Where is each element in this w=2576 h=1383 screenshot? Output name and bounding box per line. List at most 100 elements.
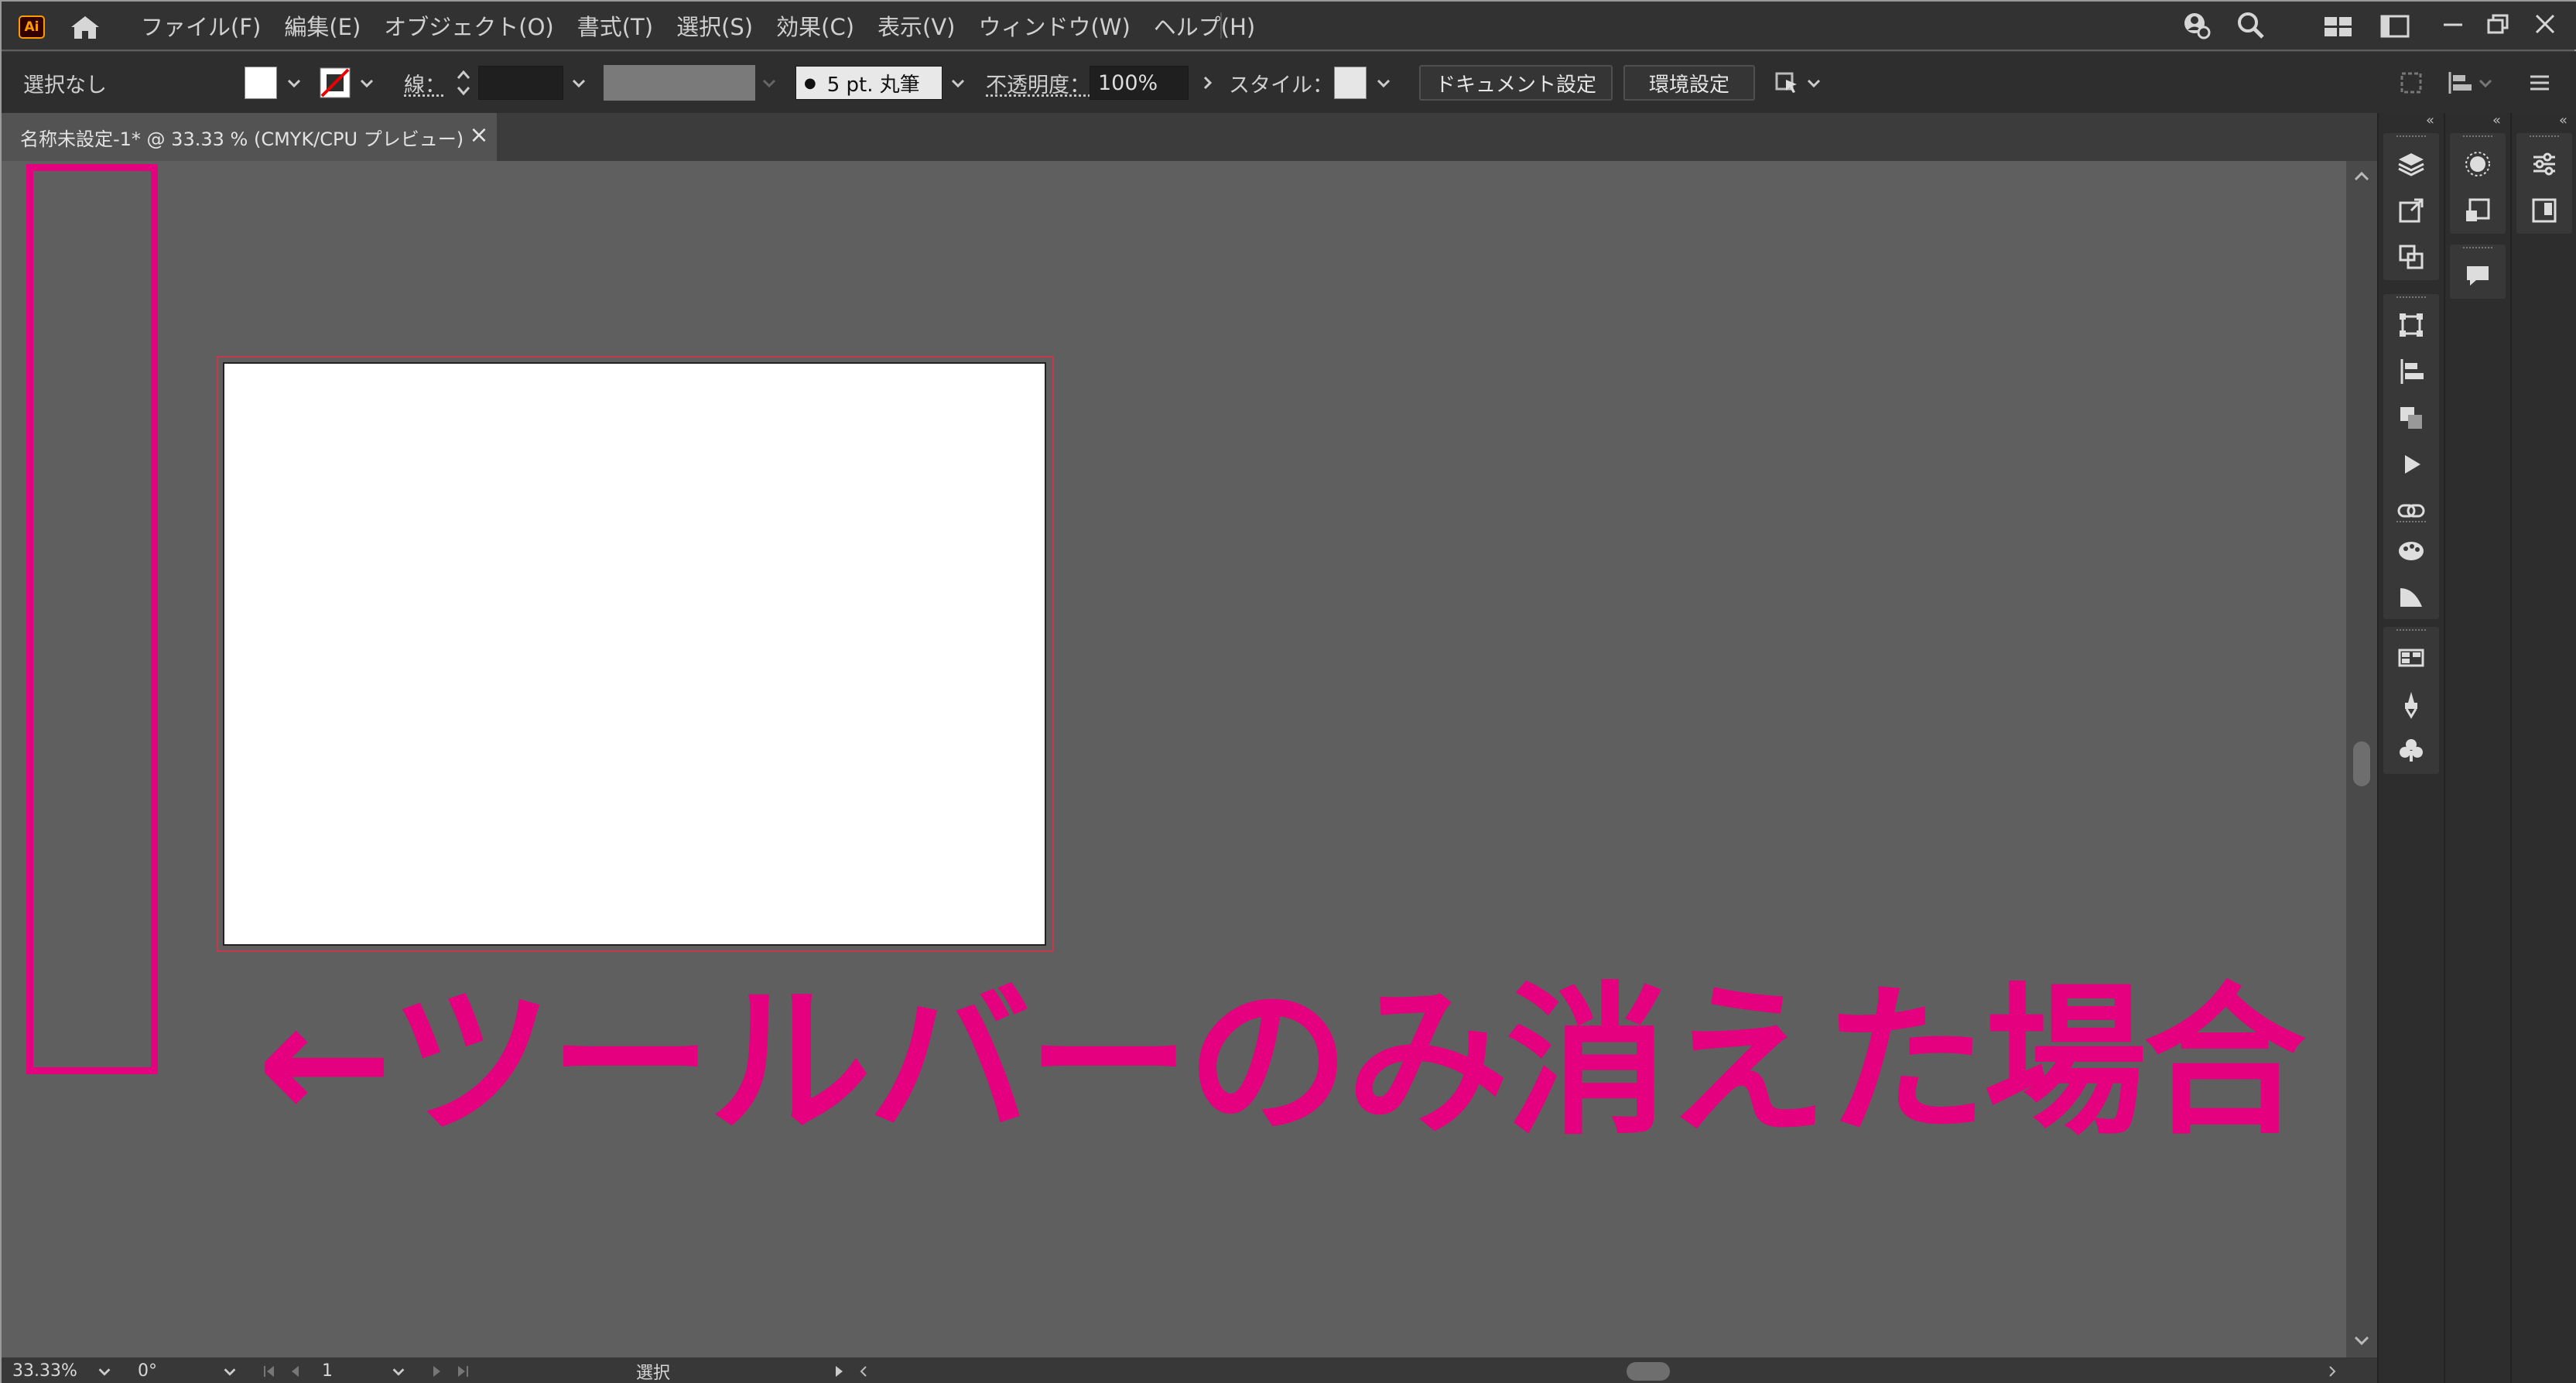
actions-panel-button[interactable] bbox=[2383, 441, 2439, 488]
transform-icon[interactable] bbox=[2397, 69, 2425, 97]
close-icon[interactable] bbox=[2527, 9, 2563, 40]
arrange-documents-icon[interactable] bbox=[2320, 9, 2355, 40]
menu-effect[interactable]: 効果(C) bbox=[776, 9, 854, 42]
brushes-panel-button[interactable] bbox=[2383, 681, 2439, 727]
menu-type[interactable]: 書式(T) bbox=[577, 9, 653, 42]
align-icon[interactable] bbox=[2445, 69, 2476, 97]
layers-panel-button[interactable] bbox=[2383, 141, 2439, 187]
status-menu-arrow-icon[interactable] bbox=[831, 1364, 847, 1379]
chevron-down-icon[interactable] bbox=[357, 74, 376, 92]
close-tab-icon[interactable]: × bbox=[467, 124, 491, 147]
width-profile-preview[interactable] bbox=[604, 65, 755, 101]
variable-width-profile[interactable] bbox=[604, 52, 778, 114]
stroke-none-swatch-icon[interactable] bbox=[319, 67, 351, 99]
zoom-level[interactable]: 33.33% bbox=[12, 1357, 77, 1383]
previous-artboard-icon[interactable] bbox=[288, 1364, 303, 1379]
gradient-panel-button[interactable] bbox=[2383, 573, 2439, 619]
next-artboard-icon[interactable] bbox=[429, 1364, 444, 1379]
chevron-down-icon[interactable] bbox=[2476, 74, 2495, 92]
app-logo: Ai bbox=[19, 15, 45, 39]
pathfinder-panel-button[interactable] bbox=[2383, 395, 2439, 441]
symbols-panel-button[interactable] bbox=[2383, 727, 2439, 774]
chevron-down-icon[interactable] bbox=[1805, 74, 1823, 92]
horizontal-scroll-thumb[interactable] bbox=[1627, 1362, 1670, 1381]
fill-swatch[interactable] bbox=[245, 67, 277, 99]
color-panel-button[interactable] bbox=[2383, 526, 2439, 573]
vertical-scrollbar[interactable] bbox=[2346, 161, 2377, 1357]
artboard-nav-prev[interactable] bbox=[262, 1357, 303, 1383]
menu-view[interactable]: 表示(V) bbox=[877, 9, 955, 42]
fill-control[interactable] bbox=[245, 52, 303, 114]
chevron-down-icon[interactable] bbox=[96, 1363, 113, 1380]
stroke-control[interactable] bbox=[319, 52, 376, 114]
document-setup-button[interactable]: ドキュメント設定 bbox=[1419, 65, 1613, 101]
export-panel-button[interactable] bbox=[2383, 187, 2439, 234]
graphic-style-control[interactable] bbox=[1334, 52, 1393, 114]
libraries-panel-button[interactable] bbox=[2516, 187, 2572, 234]
brush-selector[interactable]: ● 5 pt. 丸筆 bbox=[795, 66, 942, 100]
select-similar-icon[interactable] bbox=[1774, 69, 1801, 97]
brush-definition[interactable]: ● 5 pt. 丸筆 bbox=[795, 52, 967, 114]
collapse-column-icon[interactable]: « bbox=[2512, 113, 2576, 128]
chevron-down-icon[interactable] bbox=[390, 1363, 407, 1380]
scroll-up-icon[interactable] bbox=[2351, 166, 2372, 187]
libraries-icon bbox=[2532, 198, 2557, 223]
minimize-icon[interactable] bbox=[2436, 9, 2472, 40]
last-artboard-icon[interactable] bbox=[455, 1364, 470, 1379]
menu-window[interactable]: ウィンドウ(W) bbox=[978, 9, 1130, 42]
first-artboard-icon[interactable] bbox=[262, 1364, 277, 1379]
stroke-weight-stepper[interactable] bbox=[455, 52, 588, 114]
transform-panel-button[interactable] bbox=[2383, 302, 2439, 348]
menu-edit[interactable]: 編集(E) bbox=[284, 9, 361, 42]
chevron-down-icon[interactable] bbox=[760, 74, 778, 92]
chevron-down-icon[interactable] bbox=[949, 74, 967, 92]
opacity-label[interactable]: 不透明度： bbox=[986, 52, 1090, 114]
home-icon[interactable] bbox=[68, 14, 102, 40]
opacity-input[interactable]: 100% bbox=[1090, 66, 1189, 100]
chevron-down-icon[interactable] bbox=[221, 1363, 238, 1380]
menu-object[interactable]: オブジェクト(O) bbox=[384, 9, 553, 42]
menu-select[interactable]: 選択(S) bbox=[676, 9, 753, 42]
artboard[interactable] bbox=[223, 362, 1046, 946]
tab-document[interactable]: 名称未設定-1* @ 33.33 % (CMYK/CPU プレビュー) bbox=[2, 113, 497, 161]
artboard-nav-next[interactable] bbox=[429, 1357, 470, 1383]
brush-value: 5 pt. 丸筆 bbox=[826, 73, 920, 97]
scroll-down-icon[interactable] bbox=[2351, 1330, 2372, 1351]
search-icon[interactable] bbox=[2233, 9, 2269, 40]
restore-icon[interactable] bbox=[2481, 9, 2516, 40]
scroll-left-icon[interactable] bbox=[856, 1364, 871, 1379]
opacity-control[interactable]: 100% bbox=[1090, 52, 1216, 114]
panel-column-3: « bbox=[2510, 113, 2575, 1383]
stepper-arrows-icon[interactable] bbox=[455, 66, 472, 100]
graphic-style-swatch[interactable] bbox=[1334, 67, 1367, 99]
user-search-icon[interactable] bbox=[2177, 9, 2213, 40]
comments-panel-button[interactable] bbox=[2450, 252, 2506, 299]
asset-export-panel-button[interactable] bbox=[2450, 187, 2506, 234]
color-palette-icon bbox=[2399, 542, 2424, 560]
menu-help[interactable]: ヘルプ(H) bbox=[1154, 9, 1255, 42]
rotation-value[interactable]: 0° bbox=[138, 1357, 157, 1383]
align-panel-button[interactable] bbox=[2383, 348, 2439, 395]
collapse-column-icon[interactable]: « bbox=[2445, 113, 2510, 128]
stroke-weight-input[interactable] bbox=[478, 66, 563, 100]
chevron-right-icon[interactable] bbox=[1198, 74, 1216, 92]
chevron-down-icon[interactable] bbox=[285, 74, 303, 92]
collapse-column-icon[interactable]: « bbox=[2379, 113, 2444, 128]
properties-panel-button[interactable] bbox=[2516, 141, 2572, 187]
workspace-icon[interactable] bbox=[2377, 9, 2413, 40]
scroll-right-icon[interactable] bbox=[2325, 1364, 2340, 1379]
chevron-down-icon[interactable] bbox=[1374, 74, 1393, 92]
canvas-area[interactable]: ←ツールバーのみ消えた場合 bbox=[2, 161, 2354, 1357]
appearance-panel-button[interactable] bbox=[2450, 141, 2506, 187]
chevron-down-icon[interactable] bbox=[570, 74, 588, 92]
artboard-number[interactable]: 1 bbox=[322, 1357, 333, 1383]
menu-file[interactable]: ファイル(F) bbox=[141, 9, 261, 42]
select-similar-control[interactable] bbox=[1774, 52, 1823, 114]
transform-icon bbox=[2400, 313, 2423, 337]
panel-menu-icon[interactable] bbox=[2526, 69, 2554, 97]
stroke-label[interactable]: 線： bbox=[404, 52, 446, 114]
swatches-panel-button[interactable] bbox=[2383, 635, 2439, 681]
vertical-scroll-thumb[interactable] bbox=[2353, 741, 2370, 786]
artboards-panel-button[interactable] bbox=[2383, 234, 2439, 280]
preferences-button[interactable]: 環境設定 bbox=[1623, 65, 1755, 101]
